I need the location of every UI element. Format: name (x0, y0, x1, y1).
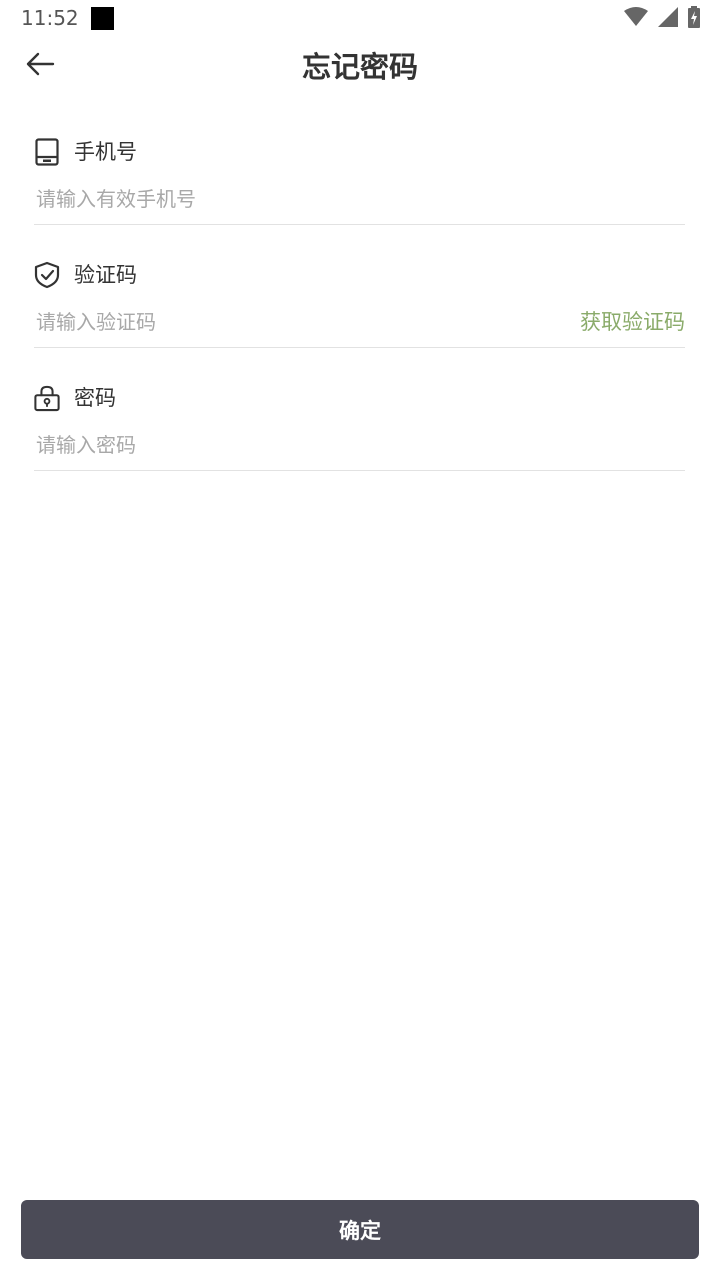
status-icons (624, 6, 700, 28)
phone-divider (34, 224, 685, 225)
status-time: 11:52 (21, 6, 79, 30)
status-bar: 11:52 (0, 0, 720, 36)
password-label: 密码 (74, 386, 116, 410)
password-divider (34, 470, 685, 471)
phone-label: 手机号 (74, 140, 137, 164)
get-code-button[interactable]: 获取验证码 (580, 307, 685, 337)
phone-input[interactable] (34, 182, 554, 216)
code-field: 验证码 获取验证码 (34, 259, 685, 377)
code-input[interactable] (34, 305, 514, 339)
code-label-row: 验证码 (34, 259, 137, 291)
notification-icon (91, 7, 114, 30)
battery-charging-icon (688, 6, 700, 28)
password-input[interactable] (34, 428, 554, 462)
signal-icon (658, 7, 678, 27)
code-label: 验证码 (74, 263, 137, 287)
confirm-button[interactable]: 确定 (21, 1200, 699, 1259)
forgot-password-screen: 11:52 忘记密码 手机号 请输入有效手机号 验证码 请输入验证码 获取验证码… (0, 0, 720, 1280)
phone-label-row: 手机号 (34, 136, 137, 168)
phone-field: 手机号 (34, 136, 685, 254)
password-field: 密码 (34, 382, 685, 500)
code-divider (34, 347, 685, 348)
lock-icon (34, 384, 60, 412)
app-bar: 忘记密码 (0, 36, 720, 98)
wifi-icon (624, 7, 648, 27)
phone-icon (34, 138, 60, 166)
password-label-row: 密码 (34, 382, 116, 414)
shield-check-icon (34, 261, 60, 289)
page-title: 忘记密码 (301, 50, 418, 84)
